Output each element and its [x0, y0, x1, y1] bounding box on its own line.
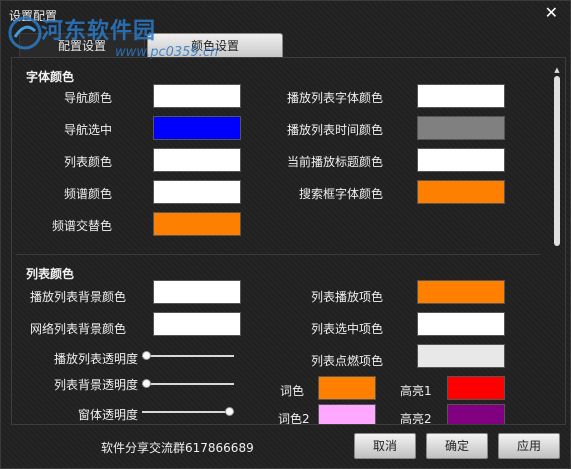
swatch-now-playing-title-color[interactable] — [417, 148, 505, 172]
slider-list-bg-opacity[interactable] — [142, 378, 234, 390]
color-settings-panel: 字体颜色 导航颜色 导航选中 列表颜色 频谱颜色 频谱交替色 播放列表字体颜色 … — [11, 57, 566, 425]
slider-track — [142, 355, 234, 357]
label-highlight-2: 高亮2 — [400, 412, 432, 425]
footer-group-info: 软件分享交流群617866689 — [101, 441, 254, 455]
label-playlist-font-color: 播放列表字体颜色 — [286, 91, 383, 105]
section-title-list-colors: 列表颜色 — [26, 267, 75, 281]
section-divider — [16, 254, 540, 255]
label-spectrum-alt-color: 频谱交替色 — [51, 219, 112, 233]
window-title: 设置配置 — [9, 9, 58, 23]
scroll-thumb[interactable] — [554, 76, 560, 246]
slider-thumb[interactable] — [225, 407, 234, 416]
label-search-font-color: 搜索框字体颜色 — [298, 187, 383, 201]
label-nav-color: 导航颜色 — [63, 91, 112, 105]
label-highlight-1: 高亮1 — [400, 384, 432, 398]
slider-thumb[interactable] — [142, 379, 151, 388]
swatch-nav-selected[interactable] — [153, 116, 241, 140]
swatch-spectrum-color[interactable] — [153, 180, 241, 204]
ok-button[interactable]: 确定 — [426, 433, 488, 459]
swatch-lyric-color[interactable] — [318, 376, 376, 400]
label-list-bg-opacity: 列表背景透明度 — [53, 378, 138, 392]
label-nav-selected: 导航选中 — [63, 123, 112, 137]
vertical-scrollbar[interactable]: ▲ — [553, 66, 561, 418]
label-playlist-opacity: 播放列表透明度 — [53, 352, 138, 366]
swatch-list-selected-item-color[interactable] — [417, 312, 505, 336]
close-icon[interactable]: ✕ — [545, 3, 558, 22]
slider-track — [142, 383, 234, 385]
swatch-nav-color[interactable] — [153, 84, 241, 108]
label-spectrum-color: 频谱颜色 — [63, 187, 112, 201]
swatch-list-playing-item-color[interactable] — [417, 280, 505, 304]
swatch-netlist-bg-color[interactable] — [153, 312, 241, 336]
title-bar: 设置配置 ✕ — [1, 1, 571, 31]
swatch-list-color[interactable] — [153, 148, 241, 172]
swatch-highlight-1[interactable] — [447, 376, 505, 400]
label-now-playing-title-color: 当前播放标题颜色 — [286, 155, 383, 169]
swatch-highlight-2[interactable] — [447, 404, 505, 424]
tab-config-settings[interactable]: 配置设置 — [19, 33, 145, 57]
slider-thumb[interactable] — [142, 351, 151, 360]
label-list-lit-item-color: 列表点燃项色 — [310, 354, 383, 368]
swatch-spectrum-alt-color[interactable] — [153, 212, 241, 236]
swatch-playlist-bg-color[interactable] — [153, 280, 241, 304]
swatch-playlist-font-color[interactable] — [417, 84, 505, 108]
swatch-lyric-color-2[interactable] — [318, 404, 376, 424]
slider-track — [142, 411, 234, 413]
apply-button[interactable]: 应用 — [498, 433, 560, 459]
swatch-list-lit-item-color[interactable] — [417, 344, 505, 368]
slider-window-opacity[interactable] — [142, 406, 234, 418]
tab-color-settings[interactable]: 颜色设置 — [147, 33, 283, 57]
scroll-up-icon[interactable]: ▲ — [553, 66, 561, 74]
label-list-playing-item-color: 列表播放项色 — [310, 290, 383, 304]
label-lyric-color: 词色 — [280, 384, 305, 398]
label-list-selected-item-color: 列表选中项色 — [310, 322, 383, 336]
label-lyric-color-2: 词色2 — [278, 412, 310, 425]
label-playlist-time-color: 播放列表时间颜色 — [286, 123, 383, 137]
label-window-opacity: 窗体透明度 — [77, 408, 138, 422]
label-netlist-bg-color: 网络列表背景颜色 — [29, 322, 126, 336]
swatch-search-font-color[interactable] — [417, 180, 505, 204]
slider-playlist-opacity[interactable] — [142, 350, 234, 362]
section-title-font-colors: 字体颜色 — [26, 70, 75, 84]
label-list-color: 列表颜色 — [63, 155, 112, 169]
swatch-playlist-time-color[interactable] — [417, 116, 505, 140]
settings-window: 设置配置 ✕ 配置设置 颜色设置 河东软件园 www.pc0359.cn 字体颜… — [0, 0, 571, 469]
cancel-button[interactable]: 取消 — [354, 433, 416, 459]
label-playlist-bg-color: 播放列表背景颜色 — [29, 290, 126, 304]
